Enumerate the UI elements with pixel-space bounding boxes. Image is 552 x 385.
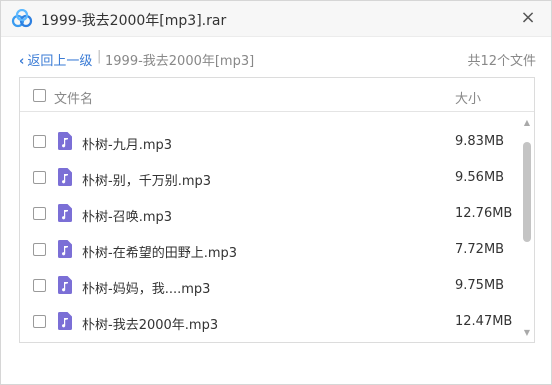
title-bar[interactable]: 1999-我去2000年[mp3].rar × [1,1,551,37]
file-size: 9.56MB [455,170,505,185]
column-header-name[interactable]: 文件名 [54,88,93,107]
file-list-panel: 文件名 大小 朴树-九月.mp3 9.83MB 朴树-别，千万别.mp3 9.5… [19,77,535,343]
window-title: 1999-我去2000年[mp3].rar [41,13,227,29]
file-name: 朴树-在希望的田野上.mp3 [82,246,238,261]
back-label: 返回上一级 [27,54,93,69]
file-name: 朴树-我去2000年.mp3 [82,318,219,333]
file-size: 12.76MB [455,206,513,221]
navigation-bar: ‹ 返回上一级 | 1999-我去2000年[mp3] 共12个文件 [1,37,551,77]
file-size: 9.83MB [455,134,505,149]
file-name: 朴树-妈妈，我....mp3 [82,282,211,297]
vertical-scrollbar[interactable]: ▲ ▼ [520,114,534,342]
music-file-icon [58,168,72,186]
file-name: 朴树-别，千万别.mp3 [82,174,212,189]
breadcrumb-current-folder: 1999-我去2000年[mp3] [105,54,255,69]
music-file-icon [58,312,72,330]
file-size: 12.47MB [455,314,513,329]
file-row[interactable]: 朴树-召唤.mp3 12.76MB [20,196,520,232]
file-row[interactable]: 朴树-在希望的田野上.mp3 7.72MB [20,232,520,268]
music-file-icon [58,276,72,294]
breadcrumb-separator: | [97,49,102,64]
scroll-down-arrow-icon[interactable]: ▼ [522,328,532,338]
back-button[interactable]: ‹ 返回上一级 [19,50,92,69]
row-checkbox[interactable] [33,171,46,184]
file-name: 朴树-召唤.mp3 [82,210,173,225]
file-row[interactable]: 朴树-我去2000年.mp3 12.47MB [20,304,520,340]
scroll-up-arrow-icon[interactable]: ▲ [522,118,532,128]
close-button[interactable]: × [517,7,539,29]
select-all-checkbox[interactable] [33,89,46,102]
scrollbar-thumb[interactable] [523,142,531,242]
list-header: 文件名 大小 [20,78,534,112]
file-row[interactable]: 朴树-别，千万别.mp3 9.56MB [20,160,520,196]
music-file-icon [58,204,72,222]
column-header-size[interactable]: 大小 [455,88,481,107]
music-file-icon [58,240,72,258]
chevron-left-icon: ‹ [19,54,25,69]
music-file-icon [58,132,72,150]
file-count-label: 共12个文件 [467,54,536,69]
file-size: 9.75MB [455,278,505,293]
file-rows: 朴树-九月.mp3 9.83MB 朴树-别，千万别.mp3 9.56MB 朴树-… [20,124,520,340]
row-checkbox[interactable] [33,315,46,328]
row-checkbox[interactable] [33,135,46,148]
row-checkbox[interactable] [33,243,46,256]
row-checkbox[interactable] [33,207,46,220]
archive-viewer-window: 1999-我去2000年[mp3].rar × ‹ 返回上一级 | 1999-我去… [0,0,552,385]
baidu-netdisk-cloud-icon [11,9,33,28]
file-size: 7.72MB [455,242,505,257]
file-name: 朴树-九月.mp3 [82,138,173,153]
row-checkbox[interactable] [33,279,46,292]
file-row[interactable]: 朴树-九月.mp3 9.83MB [20,124,520,160]
file-row[interactable]: 朴树-妈妈，我....mp3 9.75MB [20,268,520,304]
